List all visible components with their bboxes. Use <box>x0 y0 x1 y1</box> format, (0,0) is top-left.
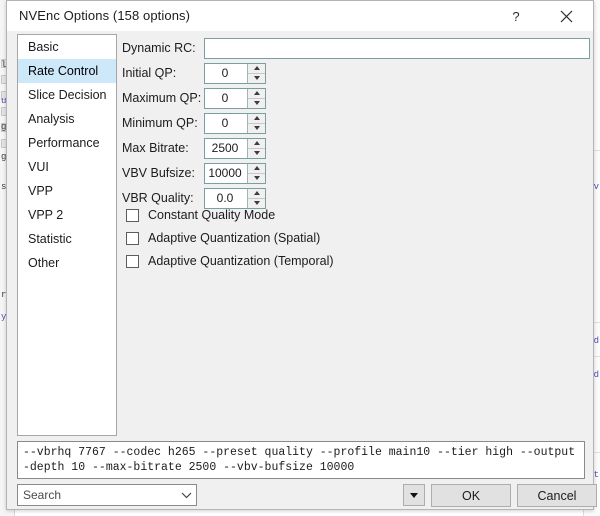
sidebar-item-performance[interactable]: Performance <box>18 131 116 155</box>
field-row: VBV Bufsize: 10000 <box>122 162 266 184</box>
checkbox-label: Constant Quality Mode <box>148 208 276 222</box>
checkbox-row[interactable]: Adaptive Quantization (Temporal) <box>126 251 334 271</box>
sidebar-item-slice-decision[interactable]: Slice Decision <box>18 83 116 107</box>
title-bar: NVEnc Options (158 options) ? <box>7 1 593 31</box>
search-input[interactable]: Search <box>17 484 197 506</box>
ok-button[interactable]: OK <box>431 484 511 507</box>
triangle-up-icon <box>253 91 260 95</box>
checkbox-unchecked[interactable] <box>126 254 139 268</box>
spinbox-decrement-button[interactable] <box>248 98 265 108</box>
field-label: Max Bitrate: <box>122 141 189 155</box>
field-label: Dynamic RC: <box>122 41 196 55</box>
spinbox[interactable]: 2500 <box>204 137 266 159</box>
spinbox-value[interactable]: 0 <box>205 113 247 133</box>
spinbox-steppers <box>247 163 265 183</box>
spinbox-increment-button[interactable] <box>248 138 265 149</box>
spinbox-value[interactable]: 10000 <box>205 163 247 183</box>
category-list[interactable]: Basic Rate Control Slice Decision Analysis P… <box>17 34 117 436</box>
sidebar-item-vpp-2[interactable]: VPP 2 <box>18 203 116 227</box>
spinbox-steppers <box>247 63 265 83</box>
triangle-down-icon <box>253 76 260 80</box>
sidebar-item-analysis[interactable]: Analysis <box>18 107 116 131</box>
spinbox[interactable]: 0 <box>204 87 266 109</box>
triangle-up-icon <box>253 191 260 195</box>
rate-control-panel: Dynamic RC: Initial QP: 0 Maximum QP: 0 Minim… <box>122 34 590 436</box>
triangle-up-icon <box>253 166 260 170</box>
checkbox-unchecked[interactable] <box>126 208 139 222</box>
field-row: Max Bitrate: 2500 <box>122 137 266 159</box>
nvenc-options-dialog: NVEnc Options (158 options) ? Basic Rate … <box>6 0 597 510</box>
spinbox-decrement-button[interactable] <box>248 123 265 133</box>
field-row: Initial QP: 0 <box>122 62 266 84</box>
spinbox-steppers <box>247 88 265 108</box>
field-label: Initial QP: <box>122 66 177 80</box>
background-text-fragment: v <box>593 182 599 192</box>
checkbox-unchecked[interactable] <box>126 231 139 245</box>
triangle-down-icon <box>253 151 260 155</box>
spinbox-steppers <box>247 138 265 158</box>
field-label: Maximum QP: <box>122 91 202 105</box>
field-row: Dynamic RC: <box>122 37 590 59</box>
spinbox[interactable]: 0 <box>204 62 266 84</box>
spinbox-steppers <box>247 113 265 133</box>
spinbox-decrement-button[interactable] <box>248 148 265 158</box>
dynamic-rc-input[interactable] <box>204 37 590 59</box>
cancel-button[interactable]: Cancel <box>517 484 597 507</box>
sidebar-item-vpp[interactable]: VPP <box>18 179 116 203</box>
spinbox[interactable]: 0 <box>204 112 266 134</box>
chevron-down-icon[interactable] <box>176 492 196 499</box>
spinbox-decrement-button[interactable] <box>248 173 265 183</box>
sidebar-item-basic[interactable]: Basic <box>18 35 116 59</box>
field-label: VBV Bufsize: <box>122 166 195 180</box>
command-line-box[interactable]: --vbrhq 7767 --codec h265 --preset quali… <box>17 441 585 479</box>
sidebar-item-vui[interactable]: VUI <box>18 155 116 179</box>
spinbox-increment-button[interactable] <box>248 188 265 199</box>
close-icon[interactable] <box>545 1 587 31</box>
checkbox-label: Adaptive Quantization (Spatial) <box>148 231 321 245</box>
triangle-down-icon <box>253 101 260 105</box>
spinbox-increment-button[interactable] <box>248 88 265 99</box>
search-placeholder: Search <box>23 488 62 502</box>
background-text-fragment: d <box>593 370 599 380</box>
command-line-text: --vbrhq 7767 --codec h265 --preset quali… <box>23 446 576 474</box>
spinbox-increment-button[interactable] <box>248 113 265 124</box>
checkbox-label: Adaptive Quantization (Temporal) <box>148 254 334 268</box>
field-label: VBR Quality: <box>122 191 194 205</box>
spinbox-increment-button[interactable] <box>248 163 265 174</box>
spinbox-value[interactable]: 0 <box>205 88 247 108</box>
screen: leughghssroys vddxt NVEnc Options (158 o… <box>0 0 600 516</box>
checkbox-row[interactable]: Adaptive Quantization (Spatial) <box>126 228 320 248</box>
spinbox[interactable]: 10000 <box>204 162 266 184</box>
sidebar-item-statistic[interactable]: Statistic <box>18 227 116 251</box>
help-icon[interactable]: ? <box>495 1 537 31</box>
triangle-down-icon <box>253 176 260 180</box>
spinbox-value[interactable]: 2500 <box>205 138 247 158</box>
spinbox-value[interactable]: 0 <box>205 63 247 83</box>
spinbox-increment-button[interactable] <box>248 63 265 74</box>
preset-dropdown-button[interactable] <box>403 484 425 506</box>
field-row: Minimum QP: 0 <box>122 112 266 134</box>
sidebar-item-rate-control[interactable]: Rate Control <box>18 59 116 83</box>
triangle-down-icon <box>253 126 260 130</box>
spinbox-decrement-button[interactable] <box>248 73 265 83</box>
sidebar-item-other[interactable]: Other <box>18 251 116 275</box>
field-label: Minimum QP: <box>122 116 198 130</box>
checkbox-row[interactable]: Constant Quality Mode <box>126 205 275 225</box>
window-title: NVEnc Options (158 options) <box>19 8 191 23</box>
triangle-up-icon <box>253 116 260 120</box>
triangle-up-icon <box>253 141 260 145</box>
triangle-down-icon <box>410 492 418 498</box>
field-row: Maximum QP: 0 <box>122 87 266 109</box>
triangle-up-icon <box>253 66 260 70</box>
background-text-fragment: d <box>593 336 599 346</box>
